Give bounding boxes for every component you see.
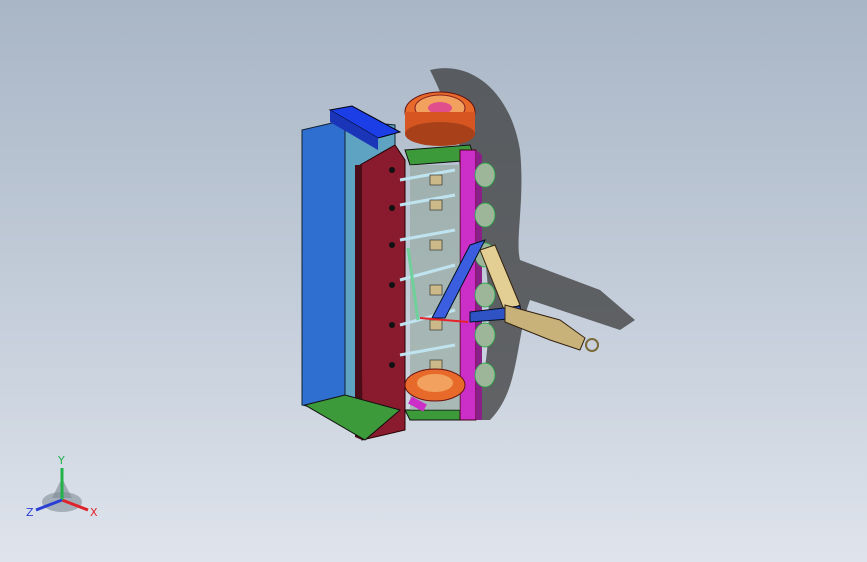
z-axis-label: Z bbox=[26, 506, 34, 519]
flail-mower-model[interactable] bbox=[0, 0, 867, 562]
x-axis-label: X bbox=[90, 506, 98, 519]
cad-viewport[interactable]: X Y Z bbox=[0, 0, 867, 562]
top-pulley bbox=[404, 91, 476, 146]
y-axis-label: Y bbox=[57, 454, 65, 467]
coordinate-triad: X Y Z bbox=[26, 454, 98, 519]
side-plate bbox=[355, 144, 406, 441]
